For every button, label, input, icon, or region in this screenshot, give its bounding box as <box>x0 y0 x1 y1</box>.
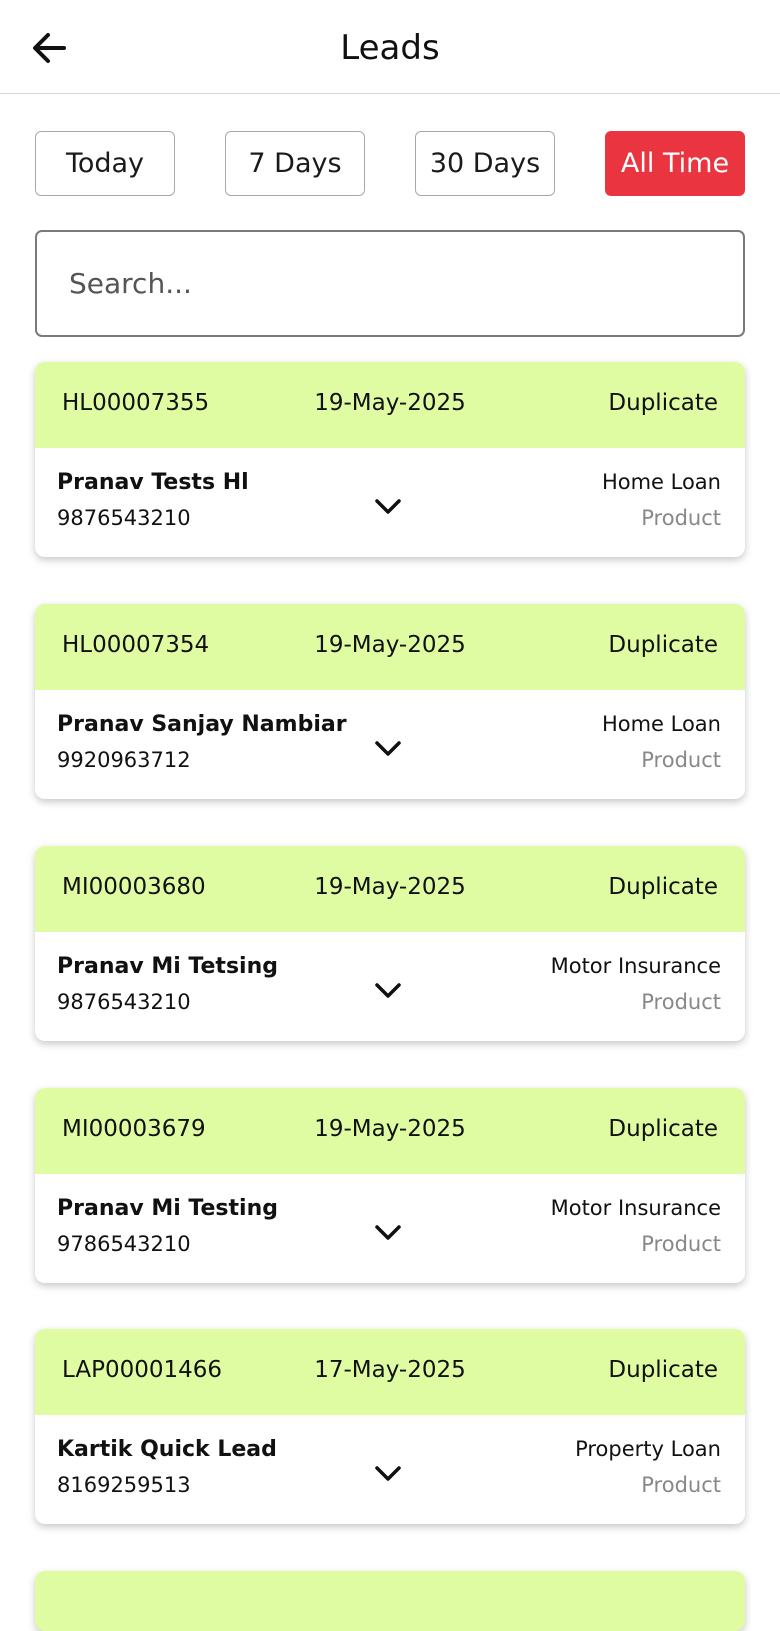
lead-phone: 9920963712 <box>57 748 191 772</box>
lead-status: Duplicate <box>608 390 718 416</box>
filter-all-time-button[interactable]: All Time <box>605 131 745 196</box>
lead-card-body: Pranav Sanjay Nambiar 9920963712 Home Lo… <box>35 690 745 799</box>
lead-product-label: Product <box>641 1473 721 1497</box>
expand-button[interactable] <box>369 1218 407 1248</box>
search-input[interactable] <box>69 232 709 335</box>
lead-name: Kartik Quick Lead <box>57 1437 277 1462</box>
lead-phone: 9876543210 <box>57 990 191 1014</box>
search-box <box>35 230 745 337</box>
lead-product: Home Loan <box>601 712 721 736</box>
chevron-down-icon <box>375 1225 401 1240</box>
lead-card[interactable]: HL00007354 19-May-2025 Duplicate Pranav … <box>35 604 745 799</box>
chevron-down-icon <box>375 983 401 998</box>
lead-phone: 8169259513 <box>57 1473 191 1497</box>
lead-product: Home Loan <box>601 470 721 494</box>
lead-product-label: Product <box>641 748 721 772</box>
lead-card-header: HL00007354 19-May-2025 Duplicate <box>35 604 745 690</box>
lead-card-header: MI00003679 19-May-2025 Duplicate <box>35 1088 745 1174</box>
lead-product: Property Loan <box>575 1437 721 1461</box>
expand-button[interactable] <box>369 976 407 1006</box>
date-filter-group: Today 7 Days 30 Days All Time <box>35 131 745 198</box>
lead-product-label: Product <box>641 506 721 530</box>
lead-card[interactable]: MI00003679 19-May-2025 Duplicate Pranav … <box>35 1088 745 1283</box>
expand-button[interactable] <box>369 1459 407 1489</box>
filter-7-days-button[interactable]: 7 Days <box>225 131 365 196</box>
app-bar: Leads <box>0 0 780 94</box>
lead-name: Pranav Sanjay Nambiar <box>57 712 347 737</box>
filter-today-button[interactable]: Today <box>35 131 175 196</box>
lead-status: Duplicate <box>608 874 718 900</box>
lead-card-header: MI00003680 19-May-2025 Duplicate <box>35 846 745 932</box>
lead-card-body: Pranav Mi Tetsing 9876543210 Motor Insur… <box>35 932 745 1041</box>
lead-product: Motor Insurance <box>550 1196 721 1220</box>
lead-card-header: HL00007355 19-May-2025 Duplicate <box>35 362 745 448</box>
lead-product: Motor Insurance <box>550 954 721 978</box>
lead-card-header: LAP00001466 17-May-2025 Duplicate <box>35 1329 745 1415</box>
lead-phone: 9786543210 <box>57 1232 191 1256</box>
lead-card-body: Pranav Tests Hl 9876543210 Home Loan Pro… <box>35 448 745 557</box>
lead-product-label: Product <box>641 1232 721 1256</box>
lead-card-partial[interactable] <box>35 1571 745 1631</box>
lead-product-label: Product <box>641 990 721 1014</box>
lead-name: Pranav Mi Testing <box>57 1196 278 1221</box>
page-title: Leads <box>340 28 440 68</box>
lead-card[interactable]: LAP00001466 17-May-2025 Duplicate Kartik… <box>35 1329 745 1524</box>
expand-button[interactable] <box>369 492 407 522</box>
chevron-down-icon <box>375 499 401 514</box>
chevron-down-icon <box>375 1466 401 1481</box>
lead-card[interactable]: MI00003680 19-May-2025 Duplicate Pranav … <box>35 846 745 1041</box>
chevron-down-icon <box>375 741 401 756</box>
lead-status: Duplicate <box>608 1116 718 1142</box>
lead-name: Pranav Tests Hl <box>57 470 249 495</box>
lead-phone: 9876543210 <box>57 506 191 530</box>
expand-button[interactable] <box>369 734 407 764</box>
lead-status: Duplicate <box>608 632 718 658</box>
filter-30-days-button[interactable]: 30 Days <box>415 131 555 196</box>
lead-status: Duplicate <box>608 1357 718 1383</box>
lead-card-body: Pranav Mi Testing 9786543210 Motor Insur… <box>35 1174 745 1283</box>
lead-name: Pranav Mi Tetsing <box>57 954 278 979</box>
lead-card[interactable]: HL00007355 19-May-2025 Duplicate Pranav … <box>35 362 745 557</box>
lead-card-body: Kartik Quick Lead 8169259513 Property Lo… <box>35 1415 745 1524</box>
